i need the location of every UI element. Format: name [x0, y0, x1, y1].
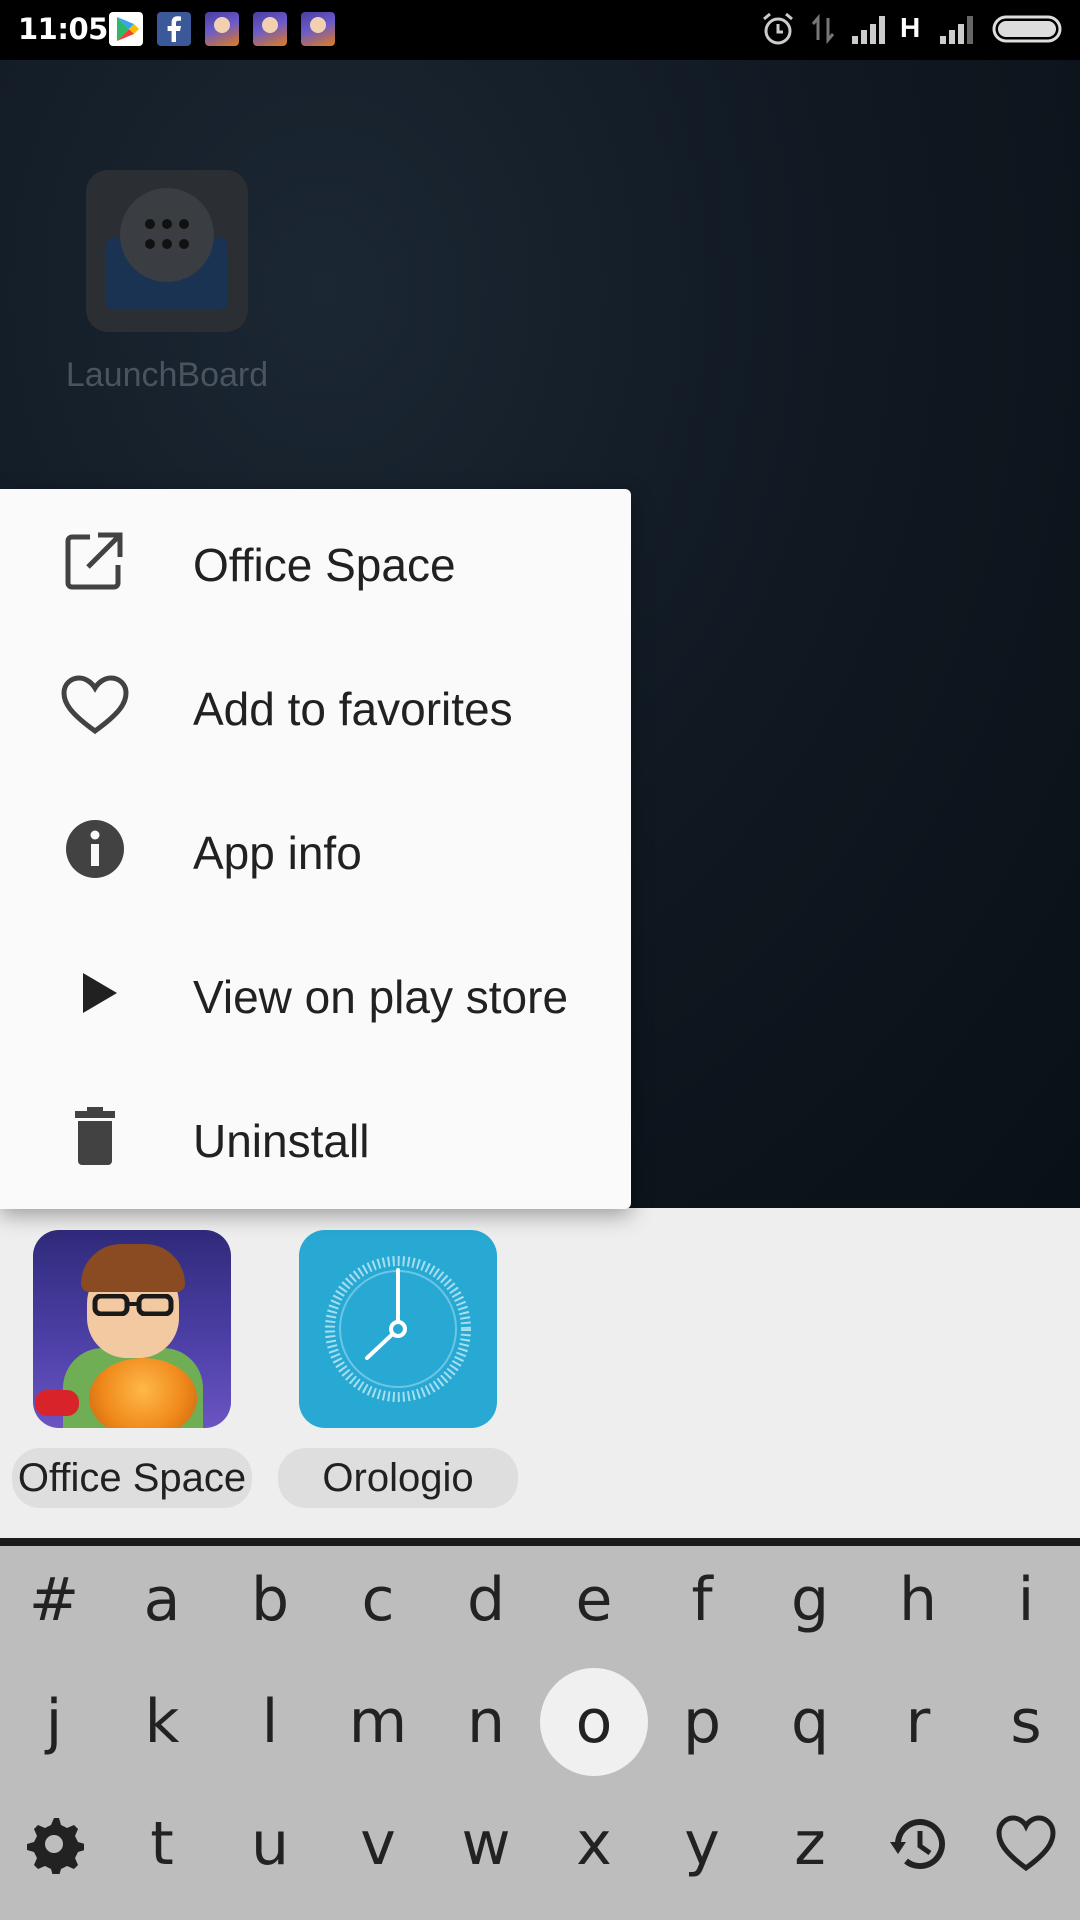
menu-item-view-on-play-store[interactable]: View on play store	[0, 921, 631, 1065]
alarm-icon	[760, 10, 796, 48]
key-l[interactable]: l	[216, 1668, 324, 1776]
key-r[interactable]: r	[864, 1668, 972, 1776]
dots-icon	[145, 219, 189, 249]
divider	[0, 1538, 1080, 1546]
key-e[interactable]: e	[540, 1546, 648, 1654]
menu-item-label: Uninstall	[193, 1115, 370, 1167]
heart-outline-icon	[60, 675, 130, 735]
launchboard-app[interactable]: LaunchBoard	[52, 170, 282, 410]
result-app-office-space[interactable]: Office Space	[12, 1230, 252, 1520]
settings-icon[interactable]	[0, 1790, 108, 1898]
result-app-orologio[interactable]: Orologio	[278, 1230, 518, 1520]
key-g[interactable]: g	[756, 1546, 864, 1654]
play-store-icon	[109, 12, 143, 46]
clock-app-icon[interactable]	[299, 1230, 497, 1428]
menu-item-label: View on play store	[193, 971, 569, 1023]
key-d[interactable]: d	[432, 1546, 540, 1654]
key-o-selected[interactable]: o	[540, 1668, 648, 1776]
result-app-label: Orologio	[278, 1448, 518, 1508]
office-space-game-icon	[301, 12, 335, 46]
history-icon[interactable]	[864, 1790, 972, 1898]
heart-outline-icon[interactable]	[972, 1790, 1080, 1898]
key-j[interactable]: j	[0, 1668, 108, 1776]
key-f[interactable]: f	[648, 1546, 756, 1654]
app-results-panel: Office Space Orologio	[0, 1208, 1080, 1538]
key-z[interactable]: z	[756, 1790, 864, 1898]
app-context-menu: Office Space Add to favorites App info V…	[0, 489, 631, 1209]
launchboard-app-icon[interactable]	[86, 170, 248, 332]
key-y[interactable]: y	[648, 1790, 756, 1898]
key-w[interactable]: w	[432, 1790, 540, 1898]
key-t[interactable]: t	[108, 1790, 216, 1898]
signal-icon	[850, 10, 892, 48]
key-k[interactable]: k	[108, 1668, 216, 1776]
key-c[interactable]: c	[324, 1546, 432, 1654]
key-s[interactable]: s	[972, 1668, 1080, 1776]
red-button-graphic	[35, 1390, 79, 1416]
office-space-game-icon	[253, 12, 287, 46]
key-a[interactable]: a	[108, 1546, 216, 1654]
signal-icon	[938, 10, 980, 48]
clock-face-graphic	[325, 1256, 471, 1402]
menu-item-label: App info	[193, 827, 362, 879]
status-bar: 11:05 H	[0, 0, 1080, 60]
key-h[interactable]: h	[864, 1546, 972, 1654]
trash-icon	[60, 1107, 130, 1167]
key-m[interactable]: m	[324, 1668, 432, 1776]
alphabet-keyboard: # a b c d e f g h i j k l m n o p q r s …	[0, 1546, 1080, 1920]
glasses-graphic	[92, 1294, 174, 1316]
office-space-game-icon	[205, 12, 239, 46]
play-arrow-icon	[60, 963, 130, 1023]
result-app-label: Office Space	[12, 1448, 252, 1508]
key-v[interactable]: v	[324, 1790, 432, 1898]
key-u[interactable]: u	[216, 1790, 324, 1898]
key-p[interactable]: p	[648, 1668, 756, 1776]
office-space-app-icon[interactable]	[33, 1230, 231, 1428]
data-arrows-icon	[808, 10, 838, 48]
info-icon	[60, 819, 130, 879]
key-hash[interactable]: #	[0, 1546, 108, 1654]
menu-item-label: Office Space	[193, 539, 456, 591]
key-n[interactable]: n	[432, 1668, 540, 1776]
menu-item-add-to-favorites[interactable]: Add to favorites	[0, 633, 631, 777]
menu-item-uninstall[interactable]: Uninstall	[0, 1065, 631, 1209]
menu-item-open-app[interactable]: Office Space	[0, 489, 631, 633]
menu-item-app-info[interactable]: App info	[0, 777, 631, 921]
character-hair	[81, 1244, 185, 1292]
network-type-label: H	[900, 12, 921, 43]
key-i[interactable]: i	[972, 1546, 1080, 1654]
battery-icon	[992, 10, 1064, 48]
menu-item-label: Add to favorites	[193, 683, 513, 735]
key-b[interactable]: b	[216, 1546, 324, 1654]
key-q[interactable]: q	[756, 1668, 864, 1776]
launchboard-app-label: LaunchBoard	[65, 356, 269, 394]
pumpkin-graphic	[89, 1358, 197, 1428]
facebook-icon	[157, 12, 191, 46]
status-time: 11:05	[18, 12, 108, 46]
open-external-icon	[60, 531, 130, 591]
key-x[interactable]: x	[540, 1790, 648, 1898]
